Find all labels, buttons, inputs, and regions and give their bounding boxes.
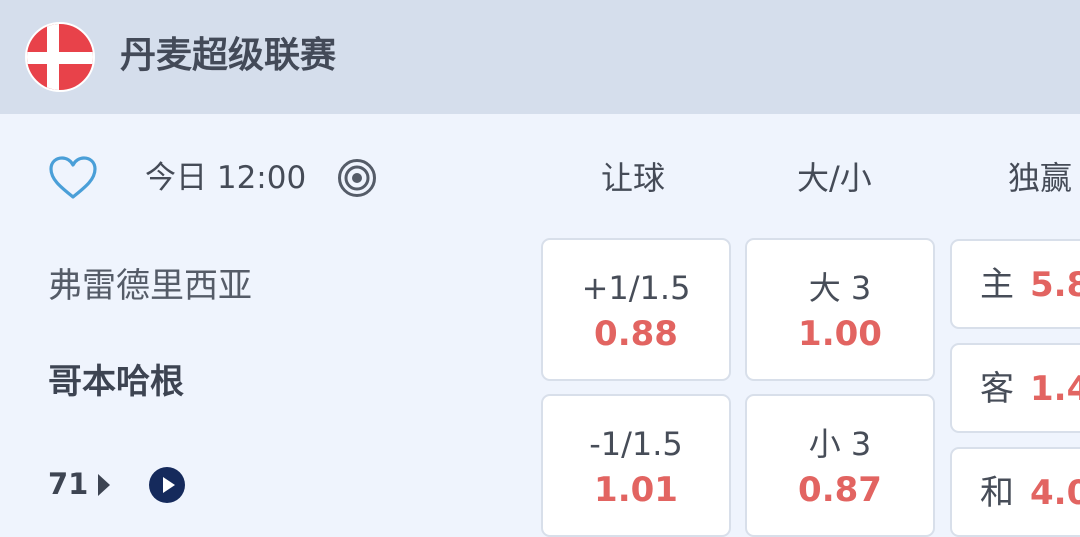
match-time: 今日 12:00 xyxy=(145,160,307,196)
win-away-odds-button[interactable]: 客 1.4 xyxy=(950,343,1080,433)
handicap-away-odds: 1.01 xyxy=(594,470,678,510)
handicap-home-odds-button[interactable]: +1/1.5 0.88 xyxy=(541,238,731,381)
handicap-home-line: +1/1.5 xyxy=(581,269,691,307)
league-title: 丹麦超级联赛 xyxy=(120,35,337,76)
away-team-name: 哥本哈根 xyxy=(48,362,184,402)
live-target-icon[interactable] xyxy=(336,157,378,199)
win-draw-odds-button[interactable]: 和 4.0 xyxy=(950,447,1080,537)
home-team-name: 弗雷德里西亚 xyxy=(48,266,252,306)
live-play-icon[interactable] xyxy=(148,466,186,504)
handicap-away-odds-button[interactable]: -1/1.5 1.01 xyxy=(541,394,731,537)
over-line: 大 3 xyxy=(808,269,872,307)
chevron-right-icon[interactable] xyxy=(98,474,110,496)
win-away-odds: 1.4 xyxy=(1030,369,1080,409)
column-header-handicap: 让球 xyxy=(601,159,666,197)
win-away-label: 客 xyxy=(980,369,1014,409)
favorite-heart-icon[interactable] xyxy=(48,154,98,202)
win-home-odds: 5.8 xyxy=(1030,265,1080,305)
league-header: 丹麦超级联赛 xyxy=(0,0,1080,114)
under-odds-button[interactable]: 小 3 0.87 xyxy=(745,394,935,537)
win-home-odds-button[interactable]: 主 5.8 xyxy=(950,239,1080,329)
under-line: 小 3 xyxy=(808,425,872,463)
under-odds: 0.87 xyxy=(798,470,882,510)
denmark-flag-icon xyxy=(25,22,95,92)
win-draw-odds: 4.0 xyxy=(1030,473,1080,513)
over-odds-button[interactable]: 大 3 1.00 xyxy=(745,238,935,381)
column-header-win: 独赢 xyxy=(1008,159,1073,197)
handicap-home-odds: 0.88 xyxy=(594,314,678,354)
more-markets-count[interactable]: 71 xyxy=(48,464,88,504)
handicap-away-line: -1/1.5 xyxy=(589,425,683,463)
win-draw-label: 和 xyxy=(980,473,1014,513)
win-home-label: 主 xyxy=(980,265,1014,305)
over-odds: 1.00 xyxy=(798,314,882,354)
column-header-over-under: 大/小 xyxy=(797,159,872,197)
